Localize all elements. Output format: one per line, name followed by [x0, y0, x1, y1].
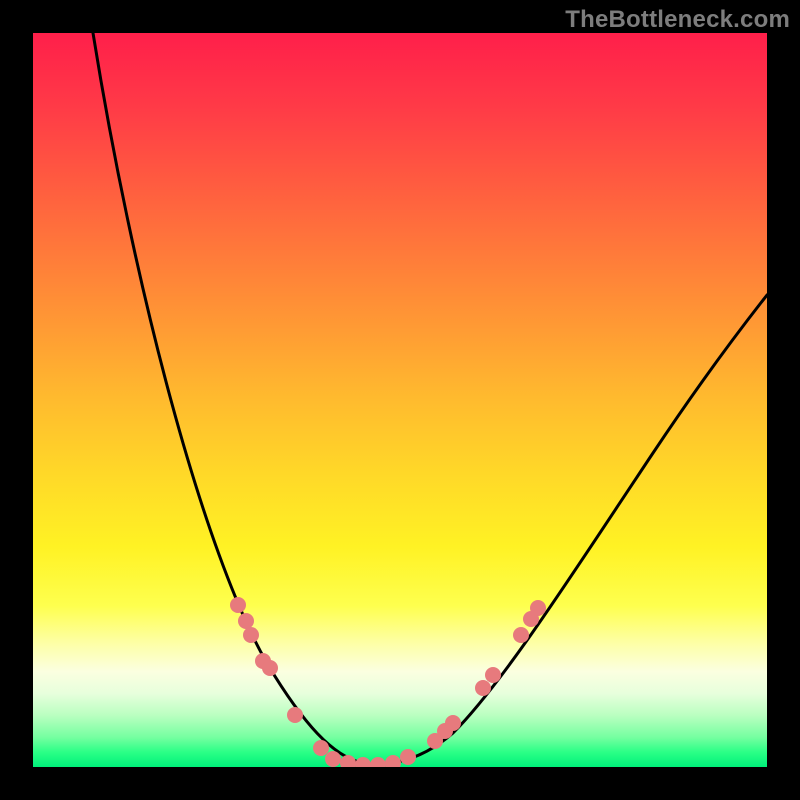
data-dot	[230, 597, 246, 613]
data-dot	[243, 627, 259, 643]
watermark-text: TheBottleneck.com	[565, 6, 790, 34]
data-dot	[530, 600, 546, 616]
data-dot	[385, 755, 401, 767]
bottleneck-curve	[93, 33, 767, 764]
data-dot	[262, 660, 278, 676]
data-dot	[400, 749, 416, 765]
data-dot	[513, 627, 529, 643]
data-dot	[485, 667, 501, 683]
data-dot	[475, 680, 491, 696]
chart-stage: TheBottleneck.com	[0, 0, 800, 800]
data-dot	[370, 757, 386, 767]
plot-area	[33, 33, 767, 767]
data-dot	[325, 751, 341, 767]
curve-svg	[33, 33, 767, 767]
data-dot	[287, 707, 303, 723]
data-dot	[340, 755, 356, 767]
data-dot	[445, 715, 461, 731]
data-dot	[355, 757, 371, 767]
